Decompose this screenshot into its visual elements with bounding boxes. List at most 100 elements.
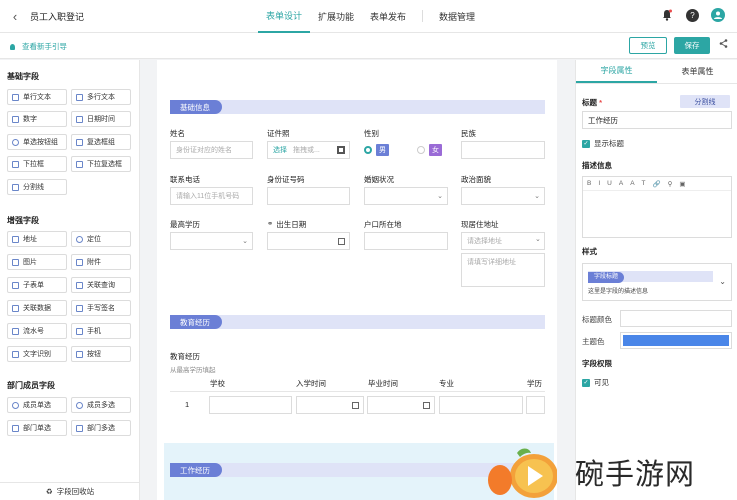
- title-color-label: 标题颜色: [582, 315, 612, 324]
- style-preview-desc: 这里是字段的描述信息: [588, 289, 649, 295]
- address-select[interactable]: 请选择地址: [461, 232, 545, 250]
- field-radio-group[interactable]: 单选按钮组: [7, 134, 67, 150]
- hukou-input[interactable]: [364, 232, 448, 250]
- canvas-scroll-area[interactable]: [557, 60, 575, 500]
- field-signature[interactable]: 手写签名: [71, 300, 131, 316]
- field-number[interactable]: 数字: [7, 111, 67, 127]
- save-button[interactable]: 保存: [674, 37, 710, 54]
- field-geolocation[interactable]: 定位: [71, 231, 131, 247]
- divider-icon: [12, 183, 19, 191]
- avatar[interactable]: [711, 8, 725, 22]
- cell-degree[interactable]: [526, 396, 545, 414]
- chevron-down-icon: ⌄: [535, 236, 541, 243]
- title-color-picker[interactable]: [620, 310, 732, 327]
- field-dropdown[interactable]: 下拉框: [7, 156, 67, 172]
- recycle-bin[interactable]: ♻ 字段回收站: [0, 482, 140, 500]
- department-icon: [12, 424, 19, 432]
- theme-color-picker[interactable]: [620, 332, 732, 349]
- field-divider[interactable]: 分割线: [7, 179, 67, 195]
- field-multi-dropdown[interactable]: 下拉复选框: [71, 156, 131, 172]
- italic-icon[interactable]: I: [598, 180, 600, 187]
- field-subform[interactable]: 子表单: [7, 277, 67, 293]
- tab-data-management[interactable]: 数据管理: [431, 0, 483, 33]
- col-major: 专业: [439, 379, 454, 388]
- field-multi-text[interactable]: 多行文本: [71, 89, 131, 105]
- crosshair-icon: [76, 235, 83, 243]
- font-color-icon[interactable]: A: [619, 180, 623, 187]
- select-file-link[interactable]: 选择: [273, 145, 287, 155]
- chevron-down-icon: ⌄: [437, 193, 443, 200]
- tab-form-properties[interactable]: 表单属性: [657, 60, 737, 83]
- bg-color-icon[interactable]: A: [630, 180, 634, 187]
- section-basic-info[interactable]: 基础信息: [170, 100, 545, 114]
- top-bar: ‹ 员工入职登记 表单设计 扩展功能 表单发布 数据管理 ?: [0, 0, 737, 33]
- field-button[interactable]: 按钮: [71, 346, 131, 362]
- share-icon[interactable]: [719, 39, 728, 50]
- watermark-text: 碗手游网: [575, 457, 696, 491]
- clear-link-icon[interactable]: ⚲: [668, 180, 673, 188]
- visible-row[interactable]: ✓ 可见: [582, 377, 609, 388]
- preview-button[interactable]: 预览: [629, 37, 667, 54]
- field-phone[interactable]: 手机: [71, 323, 131, 339]
- marital-select[interactable]: ⌄: [364, 187, 448, 205]
- gender-male-radio[interactable]: [364, 146, 372, 154]
- bold-icon[interactable]: B: [587, 180, 591, 187]
- field-ocr[interactable]: 文字识别: [7, 346, 67, 362]
- back-arrow-icon[interactable]: ‹: [8, 8, 22, 24]
- qrcode-icon[interactable]: [337, 146, 345, 154]
- style-preview-bar: 字段标题: [588, 271, 713, 283]
- field-linked-query[interactable]: 关联查询: [71, 277, 131, 293]
- field-checkbox-group[interactable]: 复选框组: [71, 134, 131, 150]
- field-single-text[interactable]: 单行文本: [7, 89, 67, 105]
- cell-grad-date[interactable]: [367, 396, 435, 414]
- id-photo-upload[interactable]: 选择 拖拽或...: [267, 141, 350, 159]
- cell-enroll-date[interactable]: [296, 396, 364, 414]
- help-icon[interactable]: ?: [686, 8, 699, 22]
- serial-icon: [12, 327, 19, 335]
- cell-major[interactable]: [439, 396, 523, 414]
- phone-input[interactable]: 请输入11位手机号码: [170, 187, 253, 205]
- tab-field-properties[interactable]: 字段属性: [576, 60, 657, 83]
- cell-school[interactable]: [209, 396, 292, 414]
- tab-extensions[interactable]: 扩展功能: [310, 0, 362, 33]
- tab-publish[interactable]: 表单发布: [362, 0, 414, 33]
- title-input[interactable]: 工作经历: [582, 111, 732, 129]
- field-linked-data[interactable]: 关联数据: [7, 300, 67, 316]
- link-icon[interactable]: 🔗: [653, 180, 661, 188]
- field-serial-number[interactable]: 流水号: [7, 323, 67, 339]
- field-image[interactable]: 图片: [7, 254, 67, 270]
- field-dept-multi[interactable]: 部门多选: [71, 420, 131, 436]
- gender-female-radio[interactable]: [417, 146, 425, 154]
- field-member-single[interactable]: 成员单选: [7, 397, 67, 413]
- field-member-multi[interactable]: 成员多选: [71, 397, 131, 413]
- ethnic-input[interactable]: [461, 141, 545, 159]
- show-title-row[interactable]: ✓ 显示标题: [582, 138, 624, 149]
- address-detail-input[interactable]: 请填写详细地址: [461, 253, 545, 287]
- chevron-down-icon: ⌄: [719, 277, 726, 286]
- field-dept-single[interactable]: 部门单选: [7, 420, 67, 436]
- tab-form-design[interactable]: 表单设计: [258, 0, 311, 33]
- idno-input[interactable]: [267, 187, 350, 205]
- visible-checkbox[interactable]: ✓: [582, 378, 590, 387]
- gender-radio-group: 男 女: [364, 144, 442, 156]
- hukou-label: 户口所在地: [364, 220, 402, 229]
- divider-type-badge[interactable]: 分割线: [680, 95, 730, 108]
- field-address[interactable]: 地址: [7, 231, 67, 247]
- name-input[interactable]: 身份证对应的姓名: [170, 141, 253, 159]
- tab-divider: [422, 10, 424, 22]
- field-datetime[interactable]: 日期时间: [71, 111, 131, 127]
- section-education[interactable]: 教育经历: [170, 315, 545, 329]
- birth-date-input[interactable]: [267, 232, 350, 250]
- guide-link[interactable]: 查看新手引导: [10, 41, 67, 52]
- desc-editor[interactable]: B I U A A T 🔗 ⚲ ▣: [582, 176, 732, 238]
- style-select[interactable]: 字段标题 这里是字段的描述信息 ⌄: [582, 263, 732, 301]
- show-title-checkbox[interactable]: ✓: [582, 139, 590, 148]
- political-select[interactable]: ⌄: [461, 187, 545, 205]
- image-icon[interactable]: ▣: [679, 180, 685, 188]
- field-attachment[interactable]: 附件: [71, 254, 131, 270]
- underline-icon[interactable]: U: [607, 180, 612, 187]
- bell-icon[interactable]: [661, 9, 674, 22]
- education-select[interactable]: ⌄: [170, 232, 253, 250]
- font-size-icon[interactable]: T: [642, 180, 646, 187]
- number-icon: [12, 115, 19, 123]
